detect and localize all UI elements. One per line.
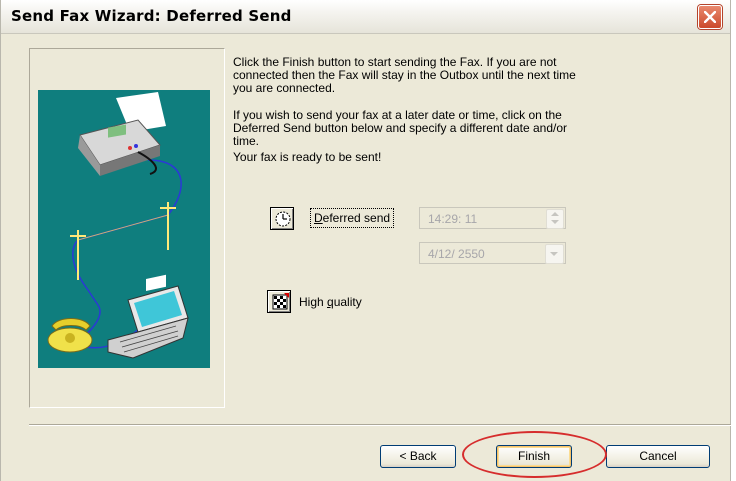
- finish-highlight-circle: [462, 431, 607, 478]
- checkered-flag-icon: [272, 293, 289, 310]
- button-separator: [29, 424, 731, 426]
- date-dropdown[interactable]: 4/12/ 2550: [419, 242, 566, 264]
- clock-icon: [275, 211, 291, 227]
- fax-illustration: [38, 90, 210, 368]
- title-bar[interactable]: Send Fax Wizard: Deferred Send: [1, 0, 730, 34]
- back-button[interactable]: < Back: [380, 445, 456, 468]
- deferred-send-label-rest: eferred send: [322, 211, 391, 225]
- deferred-send-button[interactable]: [270, 207, 294, 230]
- spin-down-icon[interactable]: [551, 220, 559, 224]
- cancel-button[interactable]: Cancel: [606, 445, 710, 468]
- date-value: 4/12/ 2550: [428, 247, 485, 261]
- time-spinner[interactable]: [546, 209, 564, 229]
- time-value: 14:29: 11: [428, 212, 478, 226]
- chevron-down-icon[interactable]: [545, 244, 564, 264]
- message-line-5: Deferred Send button below and specify a…: [233, 121, 568, 135]
- spin-up-icon[interactable]: [551, 212, 559, 216]
- high-quality-label[interactable]: High quality: [299, 295, 362, 309]
- close-button[interactable]: [698, 5, 722, 29]
- wizard-window: Send Fax Wizard: Deferred Send Click the…: [0, 0, 731, 481]
- window-title: Send Fax Wizard: Deferred Send: [11, 7, 292, 25]
- message-line-7: Your fax is ready to be sent!: [233, 150, 382, 164]
- high-quality-label-rest: uality: [333, 295, 362, 309]
- high-quality-button[interactable]: [267, 290, 291, 313]
- fax-network-icon: [47, 92, 189, 359]
- deferred-send-label[interactable]: Deferred send: [310, 208, 395, 228]
- message-line-6: time.: [233, 134, 260, 148]
- high-quality-accel: q: [327, 295, 334, 309]
- high-quality-label-prefix: High: [299, 295, 328, 309]
- close-icon: [704, 11, 716, 23]
- time-field[interactable]: 14:29: 11: [419, 207, 566, 229]
- deferred-send-accel: D: [314, 211, 323, 225]
- message-line-3: you are connected.: [233, 81, 336, 95]
